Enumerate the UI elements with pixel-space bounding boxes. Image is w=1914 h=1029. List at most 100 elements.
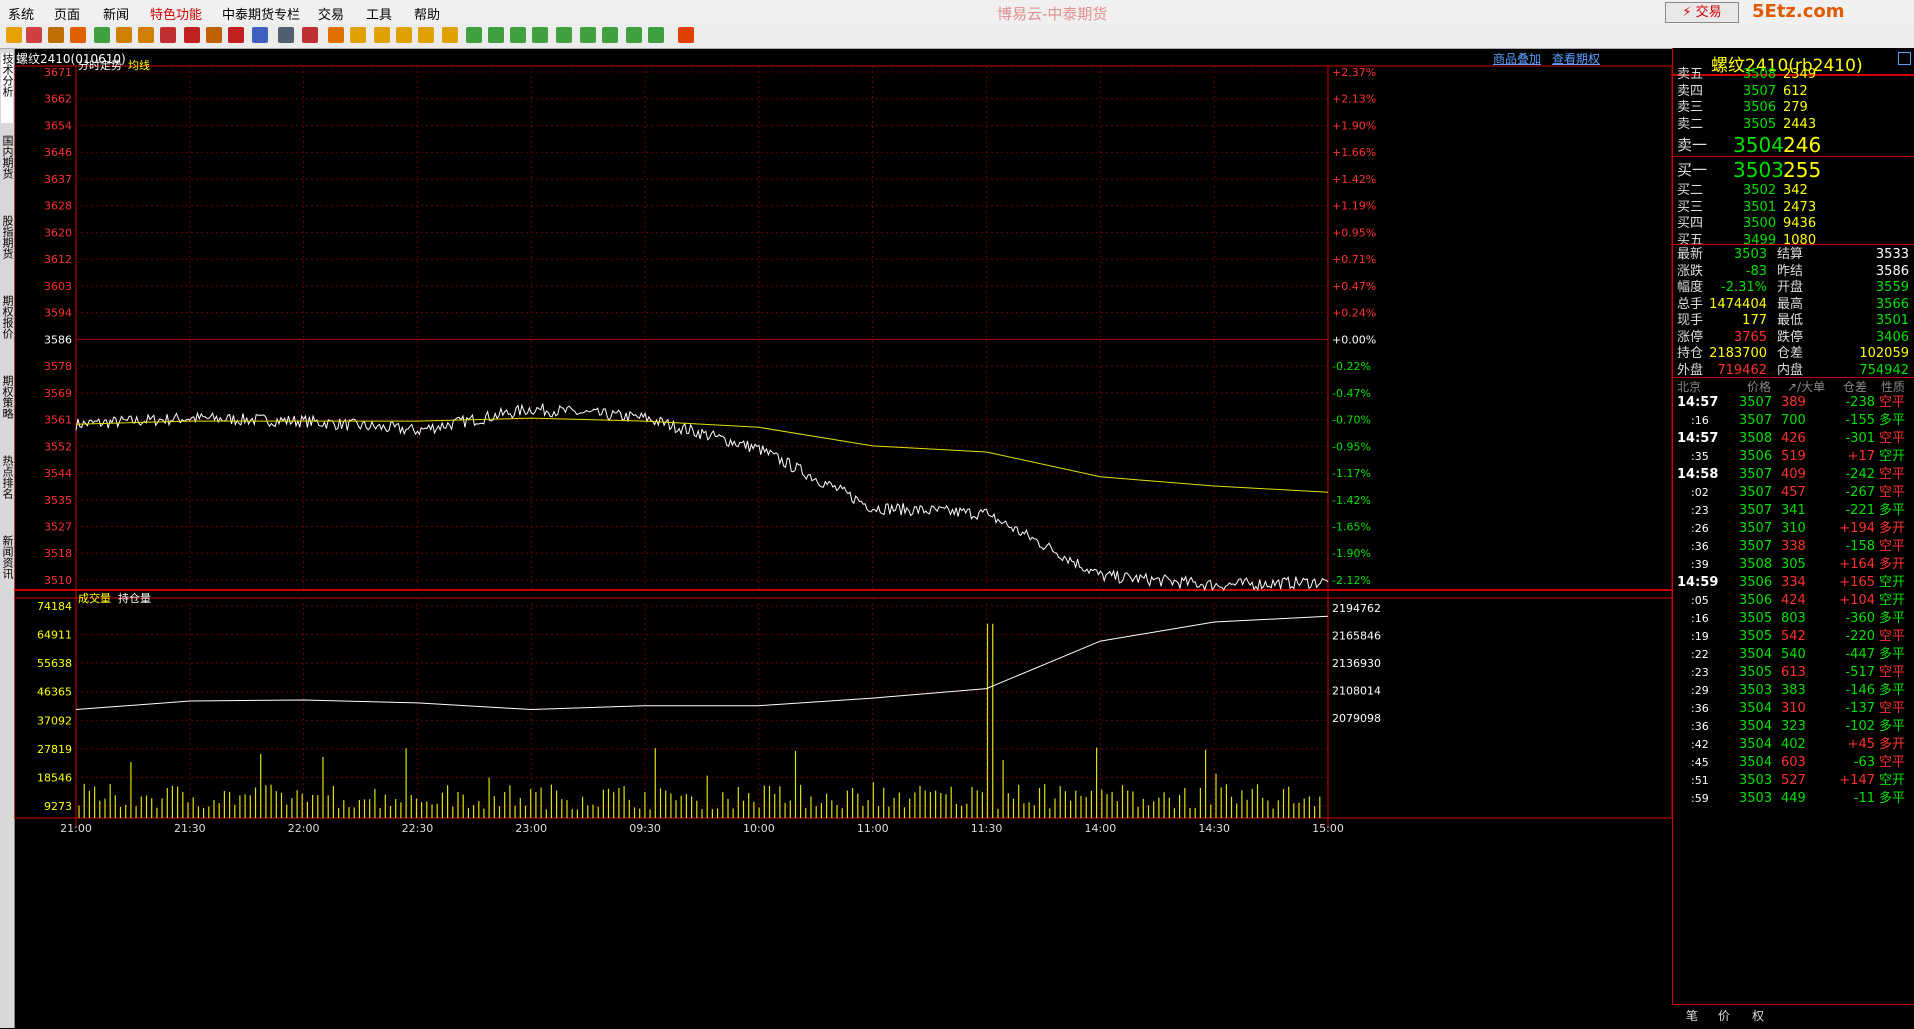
window-title: 博易云-中泰期货 [997, 5, 1108, 23]
min5-icon[interactable] [510, 27, 526, 43]
bid-row[interactable]: 买一 3503 255 [1673, 160, 1914, 180]
min60-icon[interactable] [580, 27, 596, 43]
time-tick-label: 14:30 [1198, 822, 1230, 835]
refresh-icon[interactable] [94, 27, 110, 43]
ask-label: 卖一 [1677, 136, 1708, 154]
ask-row[interactable]: 卖二 3505 2443 [1673, 115, 1914, 135]
min15-icon[interactable] [532, 27, 548, 43]
menu-trade[interactable]: 交易 [318, 4, 344, 23]
expand-icon[interactable] [1898, 52, 1911, 65]
percent-tick-label: -1.65% [1332, 521, 1371, 534]
menu-system[interactable]: 系统 [8, 4, 34, 23]
tick-volume: 424 [1781, 593, 1806, 608]
ask-row[interactable]: 卖一 3504 246 [1673, 135, 1914, 155]
tick-volume: 449 [1781, 791, 1806, 806]
percent-tick-label: +0.95% [1332, 226, 1376, 239]
tick-oi-change: +165 [1839, 575, 1875, 590]
side-tab-domestic-futures[interactable]: 国内期货 [1, 135, 14, 195]
side-tab-technical[interactable]: 技术分析 [1, 53, 14, 123]
brush-icon[interactable] [206, 27, 222, 43]
draw-icon[interactable] [184, 27, 200, 43]
side-tab-hot-ranking[interactable]: 热点排名 [1, 455, 14, 515]
fav-icon[interactable] [70, 27, 86, 43]
menu-news[interactable]: 新闻 [103, 4, 129, 23]
tick-oi-change: -238 [1845, 395, 1875, 410]
year-icon[interactable] [442, 27, 458, 43]
tick-nature: 空平 [1879, 629, 1906, 644]
zoom-out-icon[interactable] [138, 27, 154, 43]
tick-row: :36 3504 323 -102 多平 [1673, 718, 1914, 736]
tick-oi-change: +147 [1839, 773, 1875, 788]
menu-zhongtai[interactable]: 中泰期货专栏 [222, 4, 300, 23]
price-tick-label: 3662 [44, 93, 72, 106]
tick-row: :42 3504 402 +45 多开 [1673, 736, 1914, 754]
tab-ticks[interactable]: 笔 [1686, 1007, 1698, 1024]
tick-price: 3507 [1739, 395, 1773, 410]
side-tab-options-strategy[interactable]: 期权策略 [1, 375, 14, 435]
window-icon[interactable] [160, 27, 176, 43]
price-tick-label: 3594 [44, 307, 72, 320]
side-tab-news[interactable]: 新闻资讯 [1, 535, 14, 595]
period-1-icon[interactable] [328, 27, 344, 43]
price-tick-label: 3671 [44, 66, 72, 79]
chart-icon[interactable] [302, 27, 318, 43]
tick-volume: 519 [1781, 449, 1806, 464]
day-icon[interactable] [350, 27, 366, 43]
percent-tick-label: +0.24% [1332, 307, 1376, 320]
side-tab-index-futures[interactable]: 股指期货 [1, 215, 14, 275]
tool-icon[interactable] [252, 27, 268, 43]
tick-nature: 多平 [1879, 791, 1906, 806]
tick-price: 3504 [1739, 719, 1773, 734]
percent-tick-label: +2.13% [1332, 93, 1376, 106]
notes-icon[interactable] [48, 27, 64, 43]
side-tabs: 技术分析 国内期货 股指期货 期权报价 期权策略 热点排名 新闻资讯 [0, 49, 15, 1028]
tick-volume: 603 [1781, 755, 1806, 770]
tick-oi-change: -11 [1853, 791, 1875, 806]
min3-icon[interactable] [488, 27, 504, 43]
tick-volume: 383 [1781, 683, 1806, 698]
min1-icon[interactable] [466, 27, 482, 43]
panel-bottom-tabs: 笔 价 权 [1672, 1004, 1914, 1029]
min240-icon[interactable] [626, 27, 642, 43]
tick-oi-change: +17 [1847, 449, 1875, 464]
tick-oi-change: -301 [1845, 431, 1875, 446]
menu-tools[interactable]: 工具 [366, 4, 392, 23]
back-icon[interactable] [6, 27, 22, 43]
tab-price[interactable]: 价 [1718, 1007, 1730, 1024]
min30-icon[interactable] [556, 27, 572, 43]
min120-icon[interactable] [602, 27, 618, 43]
percent-tick-label: -0.70% [1332, 414, 1371, 427]
week-icon[interactable] [374, 27, 390, 43]
intraday-chart[interactable]: 3671 +2.37% 3662 +2.13% 3654 +1.90% 3646 +1.66%… [14, 48, 1672, 1028]
trade-button[interactable]: ⚡ 交易 [1665, 2, 1739, 23]
calc-icon[interactable] [678, 27, 694, 43]
side-tab-options-quote[interactable]: 期权报价 [1, 295, 14, 355]
custom-icon[interactable] [648, 27, 664, 43]
tick-row: :02 3507 457 -267 空平 [1673, 484, 1914, 502]
tick-volume: 426 [1781, 431, 1806, 446]
tick-nature: 多平 [1879, 719, 1906, 734]
tick-nature: 空开 [1879, 449, 1906, 464]
zoom-in-icon[interactable] [116, 27, 132, 43]
menu-page[interactable]: 页面 [54, 4, 80, 23]
season-icon[interactable] [418, 27, 434, 43]
tick-oi-change: -267 [1845, 485, 1875, 500]
menu-help[interactable]: 帮助 [414, 4, 440, 23]
ask-price: 3505 [1743, 116, 1777, 132]
home-icon[interactable] [26, 27, 42, 43]
volume-tick-label: 9273 [44, 800, 72, 813]
table-icon[interactable] [278, 27, 294, 43]
tick-oi-change: -221 [1845, 503, 1875, 518]
percent-tick-label: +1.19% [1332, 200, 1376, 213]
tab-rights[interactable]: 权 [1752, 1007, 1764, 1024]
time-tick-label: 09:30 [629, 822, 661, 835]
month-icon[interactable] [396, 27, 412, 43]
tick-time: 14:57 [1677, 395, 1719, 410]
tick-row: :59 3503 449 -11 多平 [1673, 790, 1914, 808]
menu-features[interactable]: 特色功能 [150, 4, 202, 23]
tick-time: :05 [1691, 594, 1709, 607]
filter-icon[interactable] [228, 27, 244, 43]
tick-price: 3508 [1739, 557, 1773, 572]
percent-tick-label: +0.00% [1332, 333, 1376, 346]
tick-time: :16 [1691, 414, 1709, 427]
